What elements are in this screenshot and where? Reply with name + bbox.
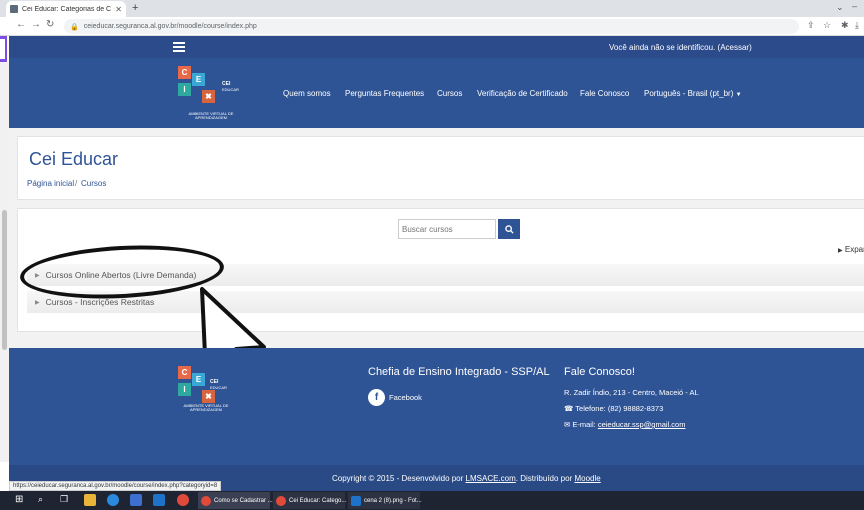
browser-tab[interactable]: Cei Educar: Categorias de Cursos ✕ <box>6 1 126 17</box>
menu-fale-conosco[interactable]: Fale Conosco <box>580 89 629 98</box>
address-bar[interactable]: 🔒 ceieducar.seguranca.al.gov.br/moodle/c… <box>64 19 799 34</box>
file-explorer-icon[interactable] <box>84 494 96 506</box>
logo-brand-line1: CEI <box>222 81 231 87</box>
phone-icon: ☎ <box>564 404 574 413</box>
windows-start-icon[interactable]: ⊞ <box>15 494 23 505</box>
menu-verificacao-certificado[interactable]: Verificação de Certificado <box>477 89 568 98</box>
share-icon[interactable]: ⇪ <box>807 20 815 31</box>
site-logo[interactable]: C E I ✖ CEI EDUCAR AMBIENTE VIRTUAL DE A… <box>178 66 248 122</box>
scrollbar-thumb[interactable] <box>2 210 7 350</box>
copyright-text: Copyright © 2015 - Desenvolvido por LMSA… <box>332 474 601 483</box>
logo-tagline: AMBIENTE VIRTUAL DE APRENDIZAGEM <box>183 403 229 412</box>
facebook-link[interactable]: Facebook <box>389 393 422 402</box>
logo-brand-line2: EDUCAR <box>210 385 227 390</box>
window-minimize-icon[interactable]: – <box>852 1 857 11</box>
footer-phone: ☎ Telefone: (82) 98882-8373 <box>564 404 663 413</box>
logo-emblem-icon: ✖ <box>202 390 215 403</box>
language-label: Português - Brasil (pt_br) <box>644 89 734 98</box>
logo-letter-c: C <box>178 366 191 379</box>
taskbar-window[interactable]: cena 2 (8).png - Fot... <box>348 492 422 509</box>
download-icon[interactable]: ⤓ <box>855 20 859 31</box>
taskbar-window[interactable]: Cei Educar: Catego... <box>273 492 347 509</box>
menu-quem-somos[interactable]: Quem somos <box>283 89 331 98</box>
footer-email: ✉ E-mail: ceieducar.ssp@gmail.com <box>564 420 685 429</box>
footer-org-title: Chefia de Ensino Integrado - SSP/AL <box>368 366 550 378</box>
chrome-icon <box>201 495 211 506</box>
lmsace-link[interactable]: LMSACE.com <box>466 474 516 483</box>
search-button[interactable] <box>498 219 520 239</box>
taskbar-window-label: Cei Educar: Catego... <box>289 497 347 504</box>
footer-phone-text: Telefone: (82) 98882-8373 <box>575 404 664 413</box>
facebook-icon[interactable]: f <box>368 389 385 406</box>
status-bar-url: https://ceieducar.seguranca.al.gov.br/mo… <box>9 481 222 491</box>
hamburger-menu-icon[interactable] <box>173 42 185 52</box>
expand-all-link[interactable]: ▶ Expandir tudo <box>838 245 864 254</box>
logo-letter-e: E <box>192 73 205 86</box>
moodle-link[interactable]: Moodle <box>574 474 600 483</box>
breadcrumb-home[interactable]: Página inicial <box>27 179 74 188</box>
task-view-icon[interactable]: ❐ <box>60 494 68 505</box>
side-panel-tab[interactable] <box>0 36 7 62</box>
search-courses-input[interactable] <box>398 219 496 239</box>
page-header-card <box>17 136 864 200</box>
photos-icon <box>351 495 361 506</box>
address-url: ceieducar.seguranca.al.gov.br/moodle/cou… <box>83 23 257 30</box>
close-tab-icon[interactable]: ✕ <box>115 5 122 14</box>
expand-all-label: Expandir tudo <box>844 245 864 254</box>
collapsed-triangle-icon: ▶ <box>35 299 40 306</box>
site-favicon-icon <box>10 5 18 13</box>
caret-down-icon: ▼ <box>735 92 742 98</box>
forward-arrow-icon[interactable]: → <box>31 19 41 30</box>
login-link[interactable]: Você ainda não se identificou. (Acessar) <box>609 43 752 52</box>
browser-tab-strip <box>0 0 864 17</box>
bookmark-star-icon[interactable]: ☆ <box>823 20 831 31</box>
copyright-prefix: Copyright © 2015 - Desenvolvido por <box>332 474 464 483</box>
tab-title: Cei Educar: Categorias de Cursos <box>22 5 112 13</box>
new-tab-icon[interactable]: + <box>132 2 138 14</box>
copyright-distributed: . Distribuído por <box>515 474 573 483</box>
logo-letter-e: E <box>192 373 205 386</box>
expand-triangle-icon: ▶ <box>838 248 843 254</box>
lock-icon: 🔒 <box>70 23 79 31</box>
mail-icon[interactable] <box>153 494 165 506</box>
reload-icon[interactable]: ↻ <box>46 19 54 30</box>
footer-email-label: E-mail: <box>572 420 596 429</box>
logo-emblem-icon: ✖ <box>202 90 215 103</box>
store-icon[interactable] <box>130 494 142 506</box>
taskbar-search-icon[interactable]: ⌕ <box>38 494 43 505</box>
search-icon <box>504 224 514 234</box>
envelope-icon: ✉ <box>564 420 571 429</box>
page-title: Cei Educar <box>29 149 119 169</box>
chrome-icon <box>276 495 286 506</box>
logo-brand-line2: EDUCAR <box>222 87 239 92</box>
logo-letter-c: C <box>178 66 191 79</box>
logo-letter-i: I <box>178 83 191 96</box>
footer-contact-title: Fale Conosco! <box>564 366 635 378</box>
extensions-icon[interactable]: ✱ <box>841 20 849 31</box>
logo-brand-line1: CEI <box>210 379 219 385</box>
breadcrumb-separator: / <box>75 179 78 188</box>
taskbar-window-label: Como se Cadastrar ... <box>214 497 273 504</box>
breadcrumb-courses[interactable]: Cursos <box>81 179 106 188</box>
menu-language[interactable]: Português - Brasil (pt_br) ▼ <box>644 89 742 98</box>
edge-browser-icon[interactable] <box>107 494 119 506</box>
footer-address: R. Zadir Índio, 213 - Centro, Maceió - A… <box>564 388 699 397</box>
logo-letter-i: I <box>178 383 191 396</box>
chrome-icon[interactable] <box>177 494 189 506</box>
back-arrow-icon[interactable]: ← <box>16 19 26 30</box>
taskbar-window-label: cena 2 (8).png - Fot... <box>364 497 422 504</box>
menu-perguntas-frequentes[interactable]: Perguntas Frequentes <box>345 89 424 98</box>
taskbar-window[interactable]: Como se Cadastrar ... <box>198 492 273 509</box>
footer-email-link[interactable]: ceieducar.ssp@gmail.com <box>598 420 686 429</box>
menu-cursos[interactable]: Cursos <box>437 89 462 98</box>
footer-logo[interactable]: C E I ✖ CEI EDUCAR AMBIENTE VIRTUAL DE A… <box>178 366 248 416</box>
tab-search-chevron-icon[interactable]: ⌄ <box>836 2 844 13</box>
logo-tagline: AMBIENTE VIRTUAL DE APRENDIZAGEM <box>188 111 234 120</box>
